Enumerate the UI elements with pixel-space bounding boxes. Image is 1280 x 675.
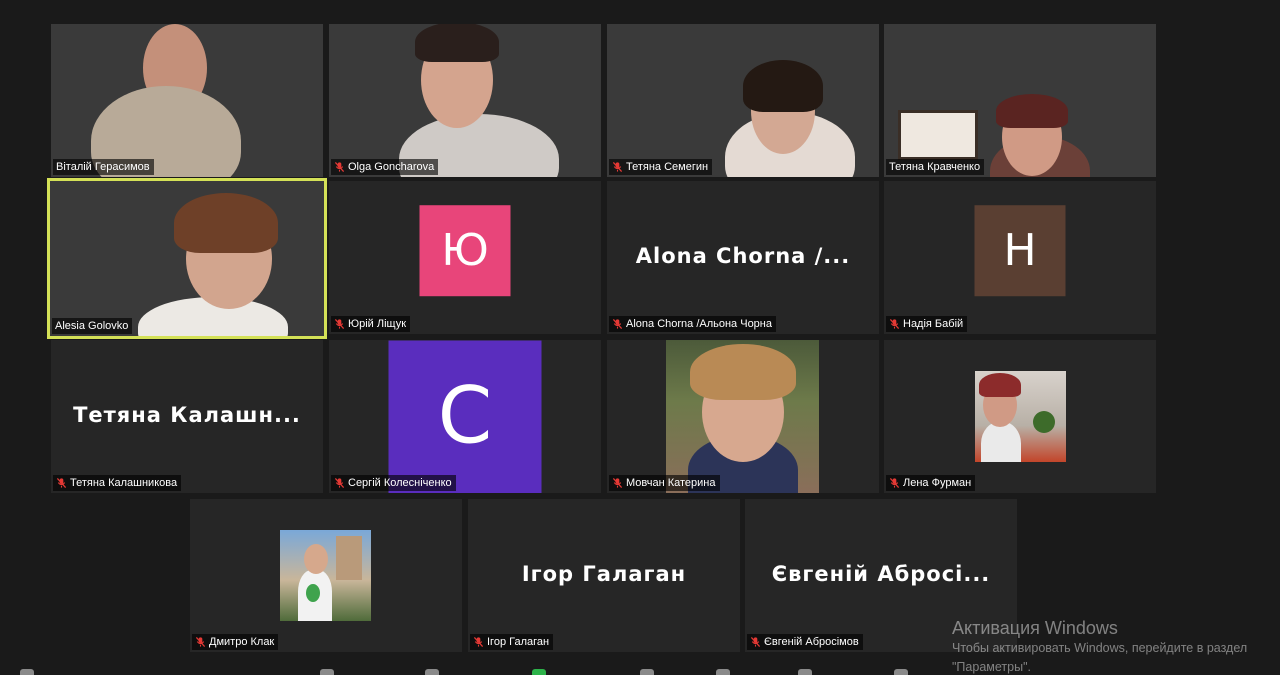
participant-name-tag: Alesia Golovko	[52, 318, 133, 334]
participant-name-tag: Дмитро Клак	[192, 634, 279, 650]
participant-name-tag: Надія Бабій	[886, 316, 968, 332]
muted-mic-icon	[612, 478, 623, 488]
participant-name-tag: Мовчан Катерина	[609, 475, 720, 491]
meeting-toolbar	[0, 667, 1280, 675]
avatar: Н	[974, 204, 1066, 296]
participant-name-tag: Тетяна Калашникова	[53, 475, 182, 491]
participant-name: Alona Chorna /Альона Чорна	[626, 318, 772, 330]
apps-icon[interactable]	[798, 669, 812, 675]
chat-icon[interactable]	[425, 669, 439, 675]
participant-name-tag: Юрій Ліщук	[331, 316, 411, 332]
participant-name-tag: Olga Goncharova	[331, 159, 439, 175]
reactions-icon[interactable]	[716, 669, 730, 675]
profile-photo	[280, 530, 371, 621]
participant-name-tag: Ігор Галаган	[470, 634, 554, 650]
muted-mic-icon	[334, 319, 345, 329]
participant-name: Юрій Ліщук	[348, 318, 407, 330]
participant-name-tag: Alona Chorna /Альона Чорна	[609, 316, 776, 332]
record-icon[interactable]	[640, 669, 654, 675]
share-screen-icon[interactable]	[532, 669, 546, 675]
participant-tile-3[interactable]: Тетяна Семегин	[607, 24, 879, 177]
participant-name-tag: Тетяна Кравченко	[886, 159, 985, 175]
muted-mic-icon	[612, 162, 623, 172]
participant-tile-6[interactable]: Ю Юрій Ліщук	[329, 181, 601, 334]
participant-display-name: Тетяна Калашн...	[73, 402, 301, 427]
participant-tile-7[interactable]: Alona Chorna /... Alona Chorna /Альона Ч…	[607, 181, 879, 334]
mic-icon[interactable]	[20, 669, 34, 675]
avatar-letter: С	[437, 371, 493, 462]
participant-tile-9[interactable]: Тетяна Калашн... Тетяна Калашникова	[51, 340, 323, 493]
participants-icon[interactable]	[320, 669, 334, 675]
participant-tile-5-active-speaker[interactable]: Alesia Golovko	[47, 178, 327, 339]
participant-name-tag: Лена Фурман	[886, 475, 976, 491]
muted-mic-icon	[750, 637, 761, 647]
participant-name: Надія Бабій	[903, 318, 964, 330]
participant-tile-4[interactable]: Тетяна Кравченко	[884, 24, 1156, 177]
avatar-letter: Н	[1003, 224, 1037, 276]
hair	[174, 193, 278, 253]
profile-photo	[975, 371, 1066, 462]
participant-display-name: Євгеній Абросі...	[771, 561, 991, 586]
participant-tile-8[interactable]: Н Надія Бабій	[884, 181, 1156, 334]
participant-tile-11[interactable]: Мовчан Катерина	[607, 340, 879, 493]
participant-name: Євгеній Абросімов	[764, 636, 859, 648]
watermark-title: Активация Windows	[952, 618, 1118, 638]
muted-mic-icon	[612, 319, 623, 329]
muted-mic-icon	[473, 637, 484, 647]
participant-tile-14[interactable]: Ігор Галаган Ігор Галаган	[468, 499, 740, 652]
participant-name: Ігор Галаган	[487, 636, 550, 648]
muted-mic-icon	[334, 478, 345, 488]
participant-name: Olga Goncharova	[348, 161, 435, 173]
participant-tile-2[interactable]: Olga Goncharova	[329, 24, 601, 177]
participant-name-tag: Сергій Колесніченко	[331, 475, 456, 491]
muted-mic-icon	[334, 162, 345, 172]
participant-display-name: Alona Chorna /...	[635, 243, 851, 268]
participant-tile-10[interactable]: С Сергій Колесніченко	[329, 340, 601, 493]
participant-tile-12[interactable]: Лена Фурман	[884, 340, 1156, 493]
participant-name: Мовчан Катерина	[626, 477, 716, 489]
participant-tile-1[interactable]: Віталій Герасимов	[51, 24, 323, 177]
participant-name: Сергій Колесніченко	[348, 477, 452, 489]
participant-name: Віталій Герасимов	[56, 161, 150, 173]
more-icon[interactable]	[894, 669, 908, 675]
hair	[415, 24, 499, 62]
watermark-line-1: Чтобы активировать Windows, перейдите в …	[952, 641, 1248, 655]
participant-name: Тетяна Калашникова	[70, 477, 178, 489]
muted-mic-icon	[195, 637, 206, 647]
participant-name-tag: Віталій Герасимов	[53, 159, 154, 175]
participant-tile-13[interactable]: Дмитро Клак	[190, 499, 462, 652]
participant-name: Alesia Golovko	[55, 320, 129, 332]
participant-name: Дмитро Клак	[209, 636, 275, 648]
profile-photo	[666, 340, 819, 493]
avatar: С	[388, 340, 542, 493]
hair	[743, 60, 823, 112]
participant-name-tag: Євгеній Абросімов	[747, 634, 863, 650]
participant-name: Лена Фурман	[903, 477, 972, 489]
wall-picture	[898, 110, 978, 160]
participant-display-name: Ігор Галаган	[521, 561, 687, 586]
avatar-letter: Ю	[441, 224, 489, 276]
muted-mic-icon	[889, 319, 900, 329]
participant-name: Тетяна Кравченко	[889, 161, 981, 173]
muted-mic-icon	[889, 478, 900, 488]
muted-mic-icon	[56, 478, 67, 488]
hair	[996, 94, 1068, 128]
avatar: Ю	[419, 204, 511, 296]
participant-name: Тетяна Семегин	[626, 161, 709, 173]
participant-name-tag: Тетяна Семегин	[609, 159, 713, 175]
